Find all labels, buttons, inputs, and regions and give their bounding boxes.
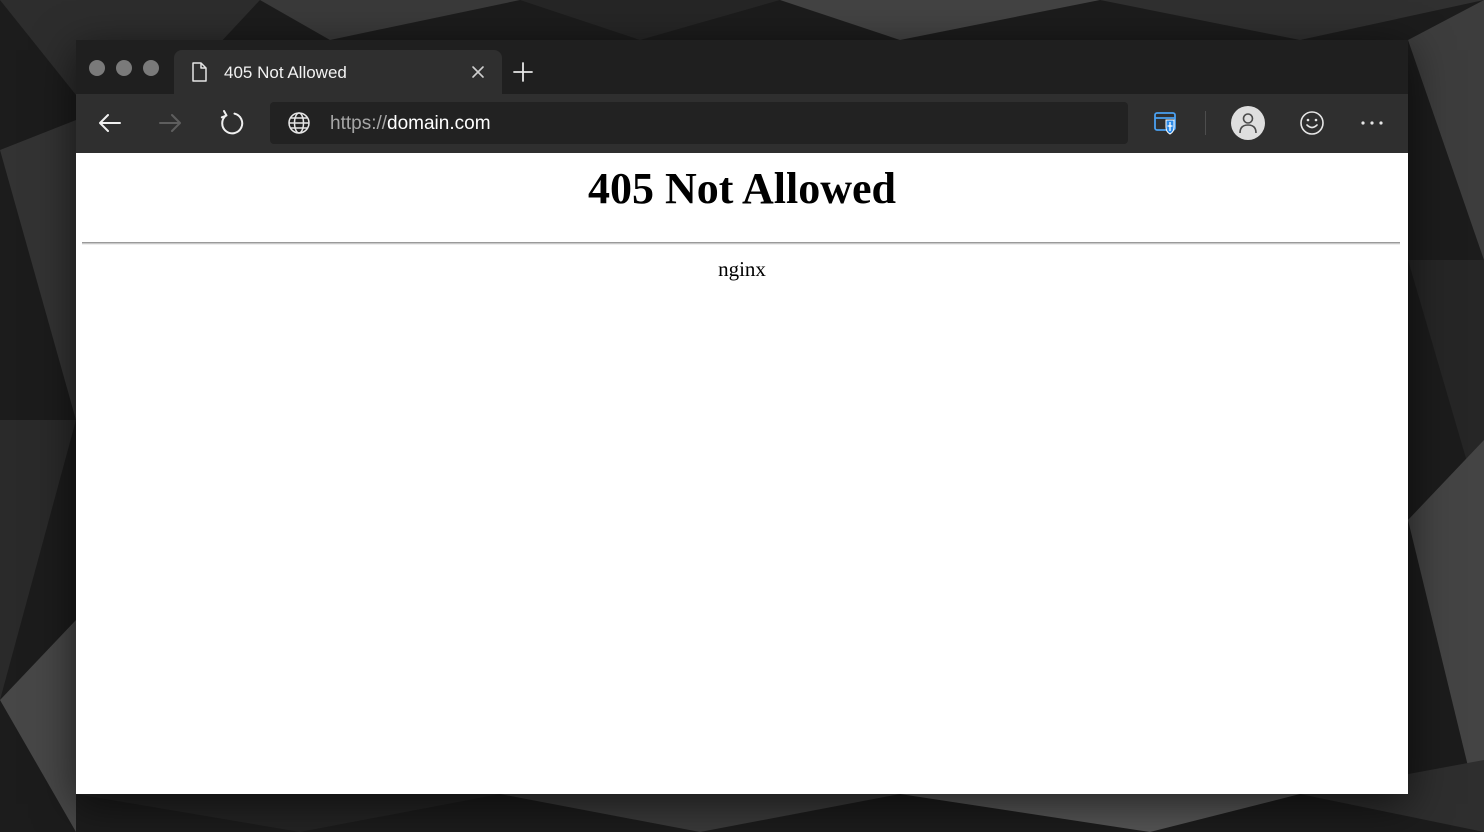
user-icon — [1239, 113, 1257, 134]
page-content: 405 Not Allowed nginx — [76, 153, 1408, 794]
close-icon[interactable] — [470, 64, 486, 80]
profile-button[interactable] — [1231, 106, 1265, 140]
plus-icon[interactable] — [512, 61, 534, 83]
toolbar-separator — [1205, 111, 1206, 135]
minimize-window-button[interactable] — [116, 60, 132, 76]
arrow-left-icon[interactable] — [95, 108, 125, 138]
tab-active[interactable]: 405 Not Allowed — [174, 50, 502, 94]
url-host: domain.com — [387, 113, 491, 134]
tab-title: 405 Not Allowed — [224, 63, 347, 82]
address-bar[interactable]: https://domain.com — [270, 102, 1128, 144]
server-name: nginx — [718, 257, 766, 281]
window-controls — [89, 60, 159, 76]
navigation-toolbar: https://domain.com — [76, 94, 1408, 153]
smiley-icon[interactable] — [1298, 109, 1326, 137]
more-dots-icon[interactable] — [1358, 109, 1386, 137]
error-heading: 405 Not Allowed — [588, 164, 896, 213]
url-scheme: https:// — [330, 113, 388, 134]
maximize-window-button[interactable] — [143, 60, 159, 76]
close-window-button[interactable] — [89, 60, 105, 76]
page-icon — [192, 62, 207, 82]
tab-strip: 405 Not Allowed — [76, 40, 1408, 94]
horizontal-rule — [82, 242, 1400, 245]
refresh-icon[interactable] — [216, 108, 246, 138]
url-text[interactable]: https://domain.com — [330, 113, 491, 135]
globe-icon — [288, 112, 310, 134]
browser-window: 405 Not Allowed https://domain.com 405 N… — [76, 40, 1408, 794]
arrow-right-icon[interactable] — [155, 108, 185, 138]
collections-icon[interactable] — [1152, 109, 1180, 137]
